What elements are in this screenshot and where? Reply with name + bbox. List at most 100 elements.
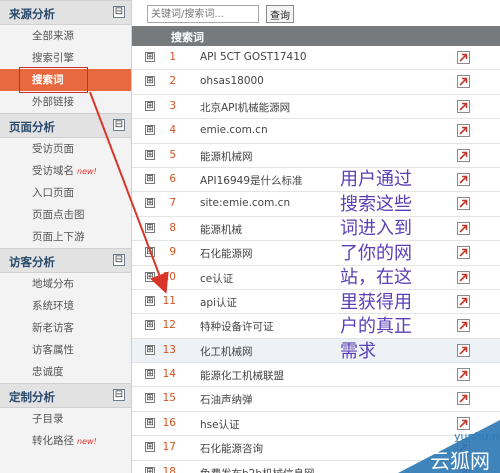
expand-icon[interactable]: ⊞ — [145, 320, 155, 331]
row-number: 5 — [169, 148, 176, 161]
collapse-icon[interactable]: ⊟ — [113, 6, 125, 18]
keyword-cell: emie.com.cn — [200, 124, 268, 137]
keyword-column-header[interactable]: 搜索词 — [171, 29, 204, 45]
row-number: 13 — [162, 343, 176, 356]
expand-icon[interactable]: ⊞ — [145, 247, 155, 258]
sidebar-item[interactable]: 页面点击图 — [0, 204, 131, 226]
expand-icon[interactable]: ⊞ — [145, 222, 155, 233]
expand-icon[interactable]: ⊞ — [145, 100, 155, 111]
keyword-cell: 石化能源网 — [200, 248, 253, 261]
external-link-icon[interactable] — [457, 99, 470, 113]
table-row[interactable]: ⊞ 13 化工机械网 — [132, 338, 500, 364]
sidebar-section-header[interactable]: 来源分析 ⊟ — [0, 0, 131, 25]
expand-icon[interactable]: ⊞ — [145, 198, 155, 209]
external-link-icon[interactable] — [457, 172, 470, 186]
row-number: 16 — [162, 416, 176, 429]
sidebar-item[interactable]: 入口页面 — [0, 182, 131, 204]
external-link-icon[interactable] — [457, 294, 470, 308]
expand-icon[interactable]: ⊞ — [145, 442, 155, 453]
sidebar-item[interactable]: 受访页面 — [0, 138, 131, 160]
external-link-icon[interactable] — [457, 392, 470, 406]
external-link-icon[interactable] — [457, 221, 470, 235]
expand-icon[interactable]: ⊞ — [145, 125, 155, 136]
row-number: 9 — [169, 246, 176, 259]
keyword-cell: 能源机械网 — [200, 150, 253, 163]
row-number: 10 — [162, 270, 176, 283]
sidebar-item[interactable]: 搜索引擎 — [0, 47, 131, 69]
external-link-icon[interactable] — [457, 246, 470, 260]
table-row[interactable]: ⊞ 5 能源机械网 — [132, 143, 500, 168]
expand-icon[interactable]: ⊞ — [145, 149, 155, 160]
sidebar-item[interactable]: 地域分布 — [0, 273, 131, 295]
expand-icon[interactable]: ⊞ — [145, 369, 155, 380]
table-row[interactable]: ⊞ 1 API 5CT GOST17410 — [132, 46, 500, 71]
sidebar-item[interactable]: 页面上下游 — [0, 226, 131, 248]
external-link-icon[interactable] — [457, 270, 470, 284]
external-link-icon[interactable] — [457, 75, 470, 89]
sidebar-section-header[interactable]: 页面分析 ⊟ — [0, 113, 131, 138]
sidebar-section-header[interactable]: 定制分析 ⊟ — [0, 383, 131, 408]
expand-icon[interactable]: ⊞ — [145, 76, 155, 87]
sidebar-item[interactable]: 受访域名 new! — [0, 160, 131, 182]
row-number: 2 — [169, 75, 176, 88]
sidebar-item[interactable]: 系统环境 — [0, 295, 131, 317]
sidebar-item[interactable]: 全部来源 — [0, 25, 131, 47]
row-number: 14 — [162, 368, 176, 381]
external-link-icon[interactable] — [457, 319, 470, 333]
sidebar-item[interactable]: 子目录 — [0, 408, 131, 430]
search-input[interactable] — [147, 5, 259, 23]
annotation-line: 了你的网 — [340, 242, 412, 264]
table-row[interactable]: ⊞ 4 emie.com.cn — [132, 119, 500, 144]
table-row[interactable]: ⊞ 6 API16949是什么标准 — [132, 167, 500, 193]
sidebar-item-label: 受访页面 — [32, 143, 74, 155]
table-row[interactable]: ⊞ 9 石化能源网 — [132, 241, 500, 266]
sidebar-item-label: 搜索引擎 — [32, 52, 74, 64]
sidebar-item[interactable]: 搜索词 — [0, 67, 131, 93]
sidebar-item[interactable]: 外部链接 — [0, 91, 131, 113]
table-row[interactable]: ⊞ 3 北京API机械能源网 — [132, 94, 500, 120]
expand-icon[interactable]: ⊞ — [145, 393, 155, 404]
table-row[interactable]: ⊞ 10 ce认证 — [132, 265, 500, 290]
table-row[interactable]: ⊞ 8 能源机械 — [132, 216, 500, 242]
external-link-icon[interactable] — [457, 148, 470, 162]
external-link-icon[interactable] — [457, 368, 470, 382]
row-number: 4 — [169, 124, 176, 137]
sidebar-section-header[interactable]: 访客分析 ⊟ — [0, 248, 131, 273]
row-number: 11 — [162, 294, 176, 307]
table-row[interactable]: ⊞ 2 ohsas18000 — [132, 70, 500, 95]
expand-icon[interactable]: ⊞ — [145, 466, 155, 473]
expand-icon[interactable]: ⊞ — [145, 417, 155, 428]
collapse-icon[interactable]: ⊟ — [113, 389, 125, 401]
expand-icon[interactable]: ⊞ — [145, 295, 155, 306]
expand-icon[interactable]: ⊞ — [145, 52, 155, 62]
sidebar-section-title: 访客分析 — [9, 255, 55, 269]
keyword-cell: ce认证 — [200, 272, 234, 285]
sidebar-item[interactable]: 访客属性 — [0, 339, 131, 361]
sidebar-item-label: 受访域名 — [32, 165, 74, 177]
table-row[interactable]: ⊞ 12 特种设备许可证 — [132, 314, 500, 339]
sidebar-section-title: 定制分析 — [9, 390, 55, 404]
external-link-icon[interactable] — [457, 124, 470, 138]
table-row[interactable]: ⊞ 7 site:emie.com.cn — [132, 192, 500, 217]
expand-icon[interactable]: ⊞ — [145, 344, 155, 355]
row-number: 12 — [162, 319, 176, 332]
expand-icon[interactable]: ⊞ — [145, 271, 155, 282]
sidebar-section-title: 页面分析 — [9, 120, 55, 134]
collapse-icon[interactable]: ⊟ — [113, 254, 125, 266]
table-row[interactable]: ⊞ 14 能源化工机械联盟 — [132, 363, 500, 388]
new-badge: new! — [77, 167, 97, 176]
sidebar: 来源分析 ⊟ 全部来源 搜索引擎 搜索词 外部链接 页面分析 ⊟ 受访页面 受访域名 new! 入口页… — [0, 0, 132, 473]
expand-icon[interactable]: ⊞ — [145, 173, 155, 184]
sidebar-item[interactable]: 忠诚度 — [0, 361, 131, 383]
sidebar-item-label: 页面点击图 — [32, 209, 85, 221]
external-link-icon[interactable] — [457, 343, 470, 357]
keyword-table: ⊞ 1 API 5CT GOST17410 ⊞ 2 ohsas18000 ⊞ 3 北京API机械… — [132, 46, 500, 473]
table-row[interactable]: ⊞ 15 石油声纳弹 — [132, 387, 500, 412]
collapse-icon[interactable]: ⊟ — [113, 119, 125, 131]
sidebar-item[interactable]: 转化路径 new! — [0, 430, 131, 452]
external-link-icon[interactable] — [457, 51, 470, 64]
search-button[interactable]: 查询 — [266, 5, 294, 23]
external-link-icon[interactable] — [457, 197, 470, 211]
sidebar-item[interactable]: 新老访客 — [0, 317, 131, 339]
table-row[interactable]: ⊞ 11 api认证 — [132, 289, 500, 315]
